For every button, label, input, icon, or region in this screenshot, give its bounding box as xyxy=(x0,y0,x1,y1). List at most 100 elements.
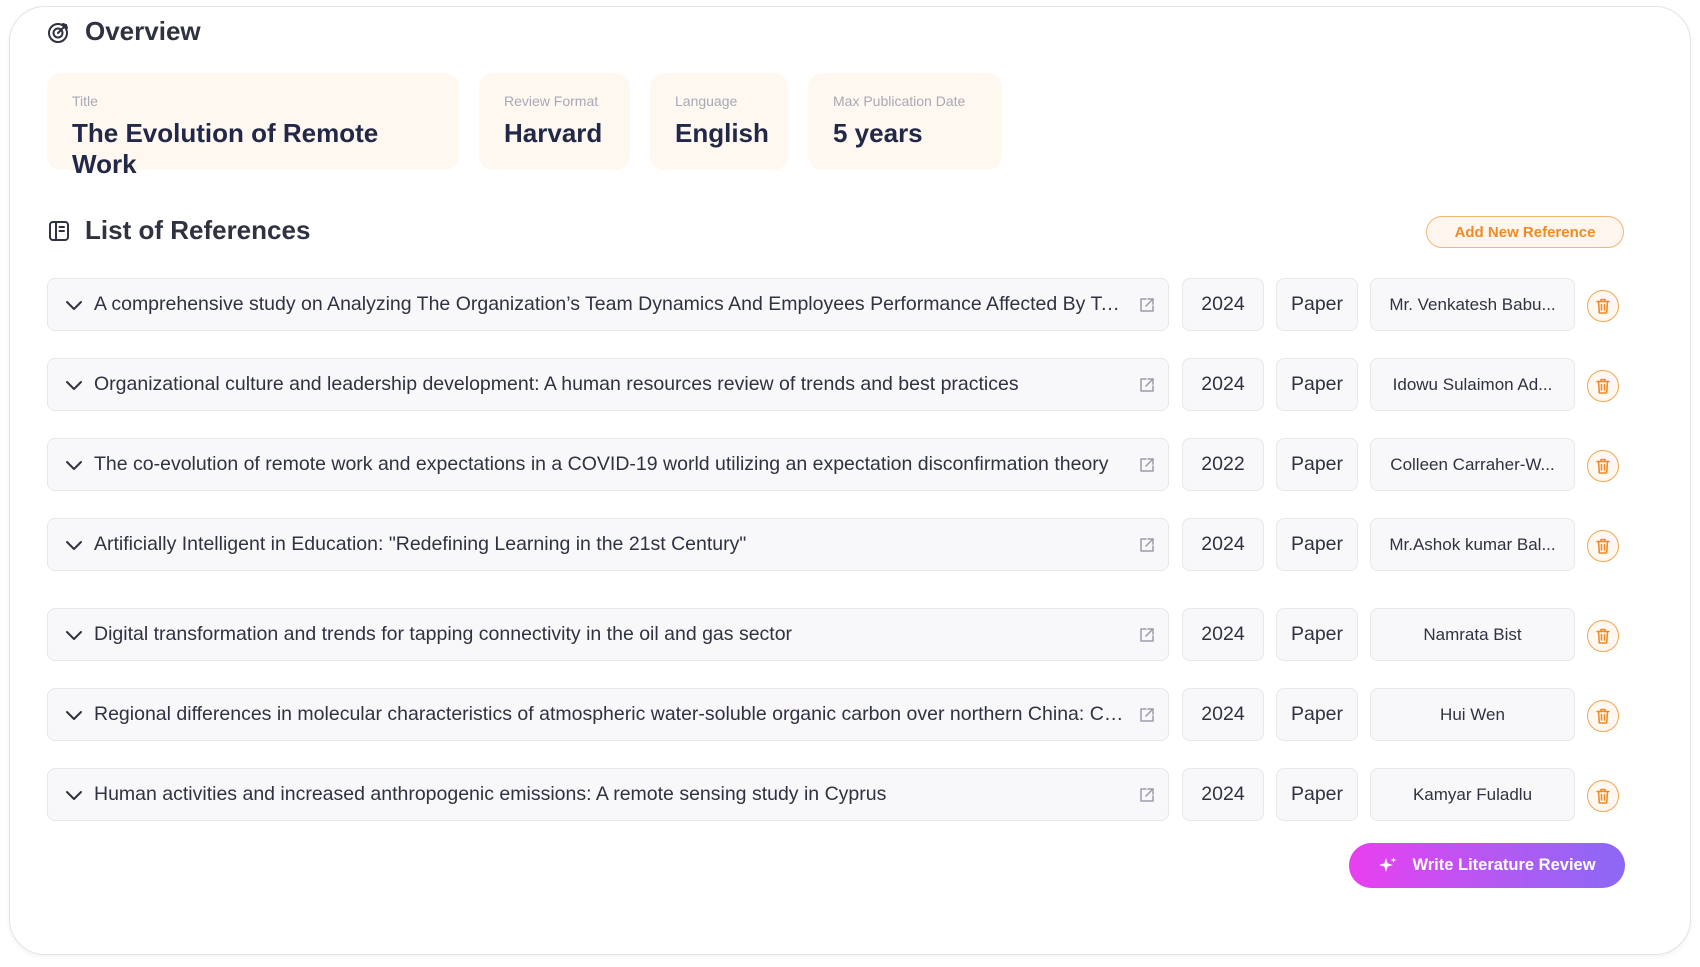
reference-author-text: Namrata Bist xyxy=(1423,624,1522,644)
reference-author-text: Idowu Sulaimon Ad... xyxy=(1392,374,1553,394)
reference-type: Paper xyxy=(1276,768,1358,821)
reference-title: Regional differences in molecular charac… xyxy=(94,703,1130,725)
write-literature-review-button[interactable]: Write Literature Review xyxy=(1349,843,1625,888)
reference-type: Paper xyxy=(1276,608,1358,661)
reference-title-cell[interactable]: Regional differences in molecular charac… xyxy=(47,688,1169,741)
reference-type: Paper xyxy=(1276,358,1358,411)
chevron-down-icon[interactable] xyxy=(64,455,84,475)
reference-author: Colleen Carraher-W... xyxy=(1370,438,1575,491)
reference-type: Paper xyxy=(1276,278,1358,331)
target-icon xyxy=(47,20,71,44)
external-link-icon[interactable] xyxy=(1138,376,1156,394)
trash-icon xyxy=(1596,788,1610,804)
reference-author: Idowu Sulaimon Ad... xyxy=(1370,358,1575,411)
chevron-down-icon[interactable] xyxy=(64,705,84,725)
references-heading: List of References xyxy=(85,215,311,245)
reference-title-cell[interactable]: A comprehensive study on Analyzing The O… xyxy=(47,278,1169,331)
reference-author: Namrata Bist xyxy=(1370,608,1575,661)
reference-title-cell[interactable]: The co-evolution of remote work and expe… xyxy=(47,438,1169,491)
overview-heading: Overview xyxy=(85,16,201,46)
reference-author-text: Mr.Ashok kumar Bal... xyxy=(1389,534,1556,554)
reference-title: The co-evolution of remote work and expe… xyxy=(94,453,1109,475)
tile-label: Review Format xyxy=(504,93,599,109)
external-link-icon[interactable] xyxy=(1138,296,1156,314)
reference-author-text: Colleen Carraher-W... xyxy=(1390,454,1555,474)
reference-title: Artificially Intelligent in Education: "… xyxy=(94,533,747,555)
delete-reference-button[interactable] xyxy=(1587,620,1619,652)
external-link-icon[interactable] xyxy=(1138,786,1156,804)
external-link-icon[interactable] xyxy=(1138,536,1156,554)
chevron-down-icon[interactable] xyxy=(64,295,84,315)
reference-author: Mr.Ashok kumar Bal... xyxy=(1370,518,1575,571)
reference-row: Regional differences in molecular charac… xyxy=(47,688,1619,741)
delete-reference-button[interactable] xyxy=(1587,780,1619,812)
chevron-down-icon[interactable] xyxy=(64,535,84,555)
tile-value: 5 years xyxy=(833,118,923,148)
reference-row: Artificially Intelligent in Education: "… xyxy=(47,518,1619,571)
reference-title-cell[interactable]: Organizational culture and leadership de… xyxy=(47,358,1169,411)
reference-author: Mr. Venkatesh Babu... xyxy=(1370,278,1575,331)
trash-icon xyxy=(1596,708,1610,724)
reference-author: Kamyar Fuladlu xyxy=(1370,768,1575,821)
language-tile: Language English xyxy=(650,73,788,170)
delete-reference-button[interactable] xyxy=(1587,530,1619,562)
tile-label: Title xyxy=(72,93,98,109)
reference-title-cell[interactable]: Artificially Intelligent in Education: "… xyxy=(47,518,1169,571)
external-link-icon[interactable] xyxy=(1138,626,1156,644)
title-tile: Title The Evolution of Remote Work xyxy=(47,73,459,179)
tile-value: The Evolution of Remote Work xyxy=(72,118,379,179)
trash-icon xyxy=(1596,458,1610,474)
reference-row: Human activities and increased anthropog… xyxy=(47,768,1619,821)
reference-title: Digital transformation and trends for ta… xyxy=(94,623,793,645)
reference-row: Digital transformation and trends for ta… xyxy=(47,608,1619,661)
reference-title-cell[interactable]: Digital transformation and trends for ta… xyxy=(47,608,1169,661)
delete-reference-button[interactable] xyxy=(1587,700,1619,732)
delete-reference-button[interactable] xyxy=(1587,450,1619,482)
tile-label: Language xyxy=(675,93,738,109)
delete-reference-button[interactable] xyxy=(1587,370,1619,402)
overview-fields: Title The Evolution of Remote Work Revie… xyxy=(47,73,1022,179)
external-link-icon[interactable] xyxy=(1138,456,1156,474)
reference-title: A comprehensive study on Analyzing The O… xyxy=(94,293,1130,315)
reference-year: 2024 xyxy=(1182,688,1264,741)
chevron-down-icon[interactable] xyxy=(64,625,84,645)
chevron-down-icon[interactable] xyxy=(64,785,84,805)
write-literature-review-label: Write Literature Review xyxy=(1412,856,1596,874)
reference-title: Organizational culture and leadership de… xyxy=(94,373,1019,395)
reference-type: Paper xyxy=(1276,438,1358,491)
reference-author-text: Kamyar Fuladlu xyxy=(1412,784,1533,804)
review-format-tile: Review Format Harvard xyxy=(479,73,630,170)
trash-icon xyxy=(1596,538,1610,554)
reference-author-text: Hui Wen xyxy=(1440,704,1505,724)
reference-row: Organizational culture and leadership de… xyxy=(47,358,1619,411)
reference-row: A comprehensive study on Analyzing The O… xyxy=(47,278,1619,331)
add-new-reference-button[interactable]: Add New Reference xyxy=(1426,216,1624,248)
trash-icon xyxy=(1596,628,1610,644)
reference-type: Paper xyxy=(1276,518,1358,571)
reference-row: The co-evolution of remote work and expe… xyxy=(47,438,1619,491)
reference-year: 2024 xyxy=(1182,768,1264,821)
max-publication-date-tile: Max Publication Date 5 years xyxy=(808,73,1002,170)
reference-author: Hui Wen xyxy=(1370,688,1575,741)
trash-icon xyxy=(1596,298,1610,314)
reference-year: 2022 xyxy=(1182,438,1264,491)
chevron-down-icon[interactable] xyxy=(64,375,84,395)
reference-year: 2024 xyxy=(1182,518,1264,571)
reference-title: Human activities and increased anthropog… xyxy=(94,783,887,805)
delete-reference-button[interactable] xyxy=(1587,290,1619,322)
tile-value: English xyxy=(675,118,769,148)
book-icon xyxy=(47,219,71,243)
references-header: List of References xyxy=(47,215,310,246)
tile-value: Harvard xyxy=(504,118,603,148)
reference-year: 2024 xyxy=(1182,278,1264,331)
overview-header: Overview xyxy=(47,16,201,47)
reference-title-cell[interactable]: Human activities and increased anthropog… xyxy=(47,768,1169,821)
reference-type: Paper xyxy=(1276,688,1358,741)
tile-label: Max Publication Date xyxy=(833,93,966,109)
reference-year: 2024 xyxy=(1182,358,1264,411)
reference-year: 2024 xyxy=(1182,608,1264,661)
reference-author-text: Mr. Venkatesh Babu... xyxy=(1389,294,1556,314)
sparkle-icon xyxy=(1378,856,1398,876)
trash-icon xyxy=(1596,378,1610,394)
external-link-icon[interactable] xyxy=(1138,706,1156,724)
